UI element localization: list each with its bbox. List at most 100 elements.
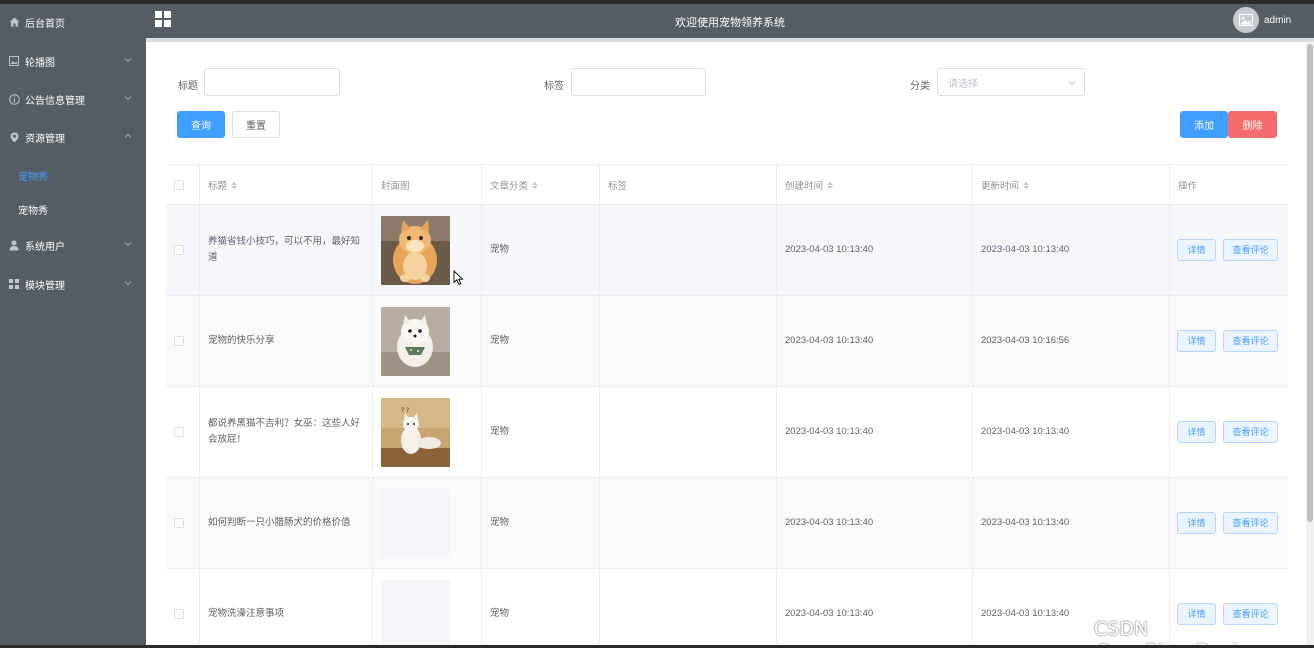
column-header-created[interactable]: 创建时间 [777, 165, 973, 205]
title-search-input[interactable] [204, 68, 340, 96]
picture-icon [8, 55, 20, 67]
row-title: 宠物洗澡注意事项 [208, 608, 285, 619]
table-row[interactable]: 如何判断一只小腊肠犬的价格价值 宠物 2023-04-03 10:13:40 2023… [166, 478, 1288, 569]
row-checkbox[interactable] [174, 609, 184, 619]
sidebar-item-home[interactable]: 后台首页 [0, 3, 146, 41]
title-cell: 如何判断一只小腊肠犬的价格价值 [200, 478, 373, 568]
column-label: 文章分类 [490, 181, 529, 192]
row-category: 宠物 [490, 608, 510, 619]
row-checkbox[interactable] [174, 518, 184, 528]
tag-cell [600, 205, 777, 295]
category-cell: 宠物 [482, 296, 600, 386]
title-cell: 都说养黑猫不吉利？女巫：这些人好会放屁！ [200, 387, 373, 477]
select-cell [166, 387, 200, 477]
cover-cell [373, 296, 482, 386]
row-updated-time: 2023-04-03 10:13:40 [981, 244, 1070, 255]
row-checkbox[interactable] [174, 427, 184, 437]
sidebar-item-system-users[interactable]: 系统用户 [0, 226, 146, 264]
sidebar-item-resources[interactable]: 资源管理 [0, 118, 146, 156]
column-label: 封面图 [381, 181, 410, 192]
detail-button[interactable]: 详情 [1177, 239, 1216, 261]
table-row[interactable]: 都说养黑猫不吉利？女巫：这些人好会放屁！ ? ? 宠物 2023-04-03 10:1… [166, 387, 1288, 478]
scrollbar-thumb[interactable] [1307, 44, 1313, 522]
column-header-category[interactable]: 文章分类 [482, 165, 600, 205]
view-comments-button[interactable]: 查看评论 [1223, 239, 1278, 261]
info-icon [8, 93, 20, 105]
select-cell [166, 569, 200, 648]
sidebar-item-modules[interactable]: 模块管理 [0, 265, 146, 303]
sidebar-item-announcements[interactable]: 公告信息管理 [0, 80, 146, 118]
sidebar-subitem-pet-show[interactable]: 宠物秀 [0, 192, 146, 226]
updated-cell: 2023-04-03 10:13:40 [973, 205, 1170, 295]
view-comments-button[interactable]: 查看评论 [1223, 330, 1278, 352]
sidebar-item-label: 后台首页 [25, 18, 65, 30]
chevron-down-icon [124, 94, 132, 102]
cover-image-placeholder [381, 488, 450, 558]
select-cell [166, 205, 200, 295]
delete-button[interactable]: 删除 [1228, 111, 1277, 138]
column-label: 标题 [208, 181, 228, 192]
select-all-checkbox[interactable] [174, 180, 184, 190]
row-checkbox[interactable] [174, 336, 184, 346]
cover-cell [373, 205, 482, 295]
sidebar-item-label: 宠物秀 [18, 171, 48, 183]
sidebar-item-label: 轮播图 [25, 57, 55, 69]
home-icon [8, 16, 20, 28]
row-checkbox[interactable] [174, 245, 184, 255]
add-button[interactable]: 添加 [1180, 111, 1228, 138]
avatar[interactable] [1233, 7, 1259, 33]
actions-cell: 详情 查看评论 [1170, 205, 1288, 295]
category-cell: 宠物 [482, 569, 600, 648]
detail-button[interactable]: 详情 [1177, 512, 1216, 534]
cover-cell [373, 478, 482, 568]
svg-text:? ?: ? ? [401, 407, 409, 414]
cover-cell [373, 569, 482, 648]
category-cell: 宠物 [482, 478, 600, 568]
updated-cell: 2023-04-03 10:13:40 [973, 387, 1170, 477]
tag-label: 标签 [544, 81, 564, 92]
view-comments-button[interactable]: 查看评论 [1223, 512, 1278, 534]
user-name[interactable]: admin [1264, 15, 1291, 26]
row-created-time: 2023-04-03 10:13:40 [785, 426, 874, 437]
sort-icon[interactable] [532, 181, 539, 189]
actions-cell: 详情 查看评论 [1170, 478, 1288, 568]
title-cell: 宠物的快乐分享 [200, 296, 373, 386]
select-cell [166, 296, 200, 386]
column-header-cover: 封面图 [373, 165, 482, 205]
view-comments-button[interactable]: 查看评论 [1223, 421, 1278, 443]
top-header: 欢迎使用宠物领养系统 admin [146, 4, 1314, 38]
mouse-cursor-icon [453, 270, 464, 286]
row-category: 宠物 [490, 335, 510, 346]
reset-button[interactable]: 重置 [232, 111, 280, 138]
tag-cell [600, 478, 777, 568]
category-select[interactable]: 请选择 [937, 68, 1085, 96]
scrollbar[interactable] [1306, 42, 1314, 648]
sidebar-item-label: 宠物秀 [18, 205, 48, 217]
window-top-border [0, 0, 1314, 4]
created-cell: 2023-04-03 10:13:40 [777, 569, 973, 648]
column-header-title[interactable]: 标题 [200, 165, 373, 205]
category-label: 分类 [910, 81, 930, 92]
sort-icon[interactable] [231, 181, 238, 189]
table-row[interactable]: 宠物的快乐分享 宠物 2023-04-03 10:13:40 2023-04-03 1… [166, 296, 1288, 387]
location-icon [8, 131, 20, 143]
row-created-time: 2023-04-03 10:13:40 [785, 335, 874, 346]
sort-icon[interactable] [827, 181, 834, 189]
column-header-updated[interactable]: 更新时间 [973, 165, 1170, 205]
app-window: 后台首页 轮播图 公告信息管理 资源管理 宠物秀 宠物秀 系统用户 模块管理 欢… [0, 0, 1314, 648]
sidebar-item-carousel[interactable]: 轮播图 [0, 42, 146, 80]
query-button[interactable]: 查询 [177, 111, 225, 138]
cover-image-white-dog [381, 306, 450, 376]
chevron-down-icon [1068, 79, 1076, 87]
row-title: 都说养黑猫不吉利？女巫：这些人好会放屁！ [208, 418, 361, 445]
sidebar-subitem-pet-show-active[interactable]: 宠物秀 [0, 158, 146, 192]
title-label: 标题 [178, 81, 198, 92]
user-icon [8, 239, 20, 251]
column-label: 创建时间 [785, 181, 824, 192]
detail-button[interactable]: 详情 [1177, 421, 1216, 443]
table-row[interactable]: 养猫省钱小技巧，可以不用，最好知道 宠物 2023-04-03 10:13:40 20… [166, 205, 1288, 296]
tag-search-input[interactable] [571, 68, 706, 96]
sort-icon[interactable] [1023, 181, 1030, 189]
tag-cell [600, 387, 777, 477]
detail-button[interactable]: 详情 [1177, 330, 1216, 352]
